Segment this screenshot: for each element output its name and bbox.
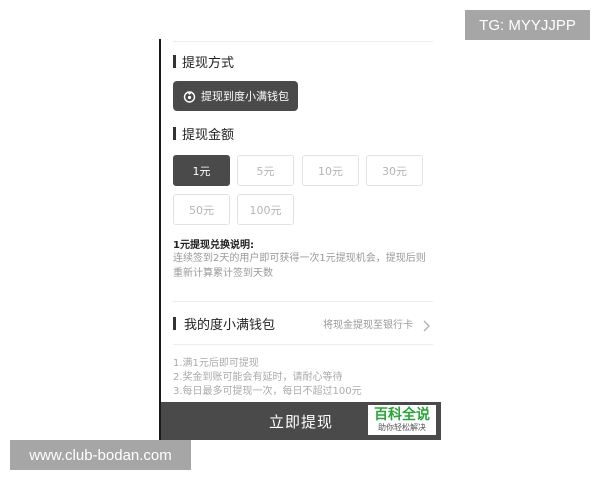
rules-list: 1.满1元后即可提现 2.奖金到账可能会有延时，请耐心等待 3.每日最多可提现一…: [173, 357, 362, 399]
withdraw-method-title: 提现方式: [182, 55, 235, 71]
section-divider: [173, 301, 433, 302]
top-divider: [173, 41, 433, 42]
withdraw-now-label: 立即提现: [268, 412, 333, 431]
site-watermark: www.club-bodan.com: [10, 440, 191, 470]
amount-option-30[interactable]: 30元: [366, 155, 423, 186]
withdraw-amount-title: 提现金额: [182, 127, 235, 143]
logo-sub-text: 助你轻松解决: [378, 422, 426, 432]
amount-option-5[interactable]: 5元: [237, 155, 294, 186]
heading-accent-bar: [173, 54, 176, 68]
rule-item: 2.奖金到账可能会有延时，请耐心等待: [173, 372, 343, 383]
rule-item: 3.每日最多可提现一次，每日不超过100元: [173, 386, 362, 397]
wallet-row[interactable]: 我的度小满钱包 将现金提现至银行卡: [173, 308, 431, 338]
amount-option-100[interactable]: 100元: [237, 194, 294, 225]
withdraw-amount-heading: 提现金额: [173, 125, 235, 143]
heading-accent-bar: [173, 316, 176, 330]
amount-option-10[interactable]: 10元: [302, 155, 359, 186]
chevron-right-icon: [421, 317, 431, 332]
wallet-title: 我的度小满钱包: [184, 317, 276, 333]
phone-screen: 提现方式 提现到度小满钱包 提现金额 1元 5元 10元 30元 50元 100…: [159, 39, 441, 440]
amount-option-1[interactable]: 1元: [173, 155, 230, 186]
withdraw-method-heading: 提现方式: [173, 53, 235, 71]
withdraw-to-wallet-button[interactable]: 提现到度小满钱包: [173, 81, 298, 111]
logo-main-text: 百科全说: [374, 406, 430, 423]
withdraw-option-label: 提现到度小满钱包: [201, 90, 289, 103]
section-divider: [173, 344, 433, 345]
baike-logo: 百科全说 助你轻松解决: [368, 405, 436, 435]
note-title: 1元提现兑换说明:: [173, 240, 254, 251]
amount-option-50[interactable]: 50元: [173, 194, 230, 225]
heading-accent-bar: [173, 126, 176, 140]
wallet-hint: 将现金提现至银行卡: [323, 319, 413, 331]
wallet-icon: [183, 90, 196, 103]
rule-item: 1.满1元后即可提现: [173, 358, 259, 369]
tg-watermark: TG: MYYJJPP: [465, 10, 590, 40]
note-body: 连续签到2天的用户即可获得一次1元提现机会，提现后则重新计算累计签到天数: [173, 253, 426, 279]
screenshot-root: 提现方式 提现到度小满钱包 提现金额 1元 5元 10元 30元 50元 100…: [0, 0, 600, 480]
